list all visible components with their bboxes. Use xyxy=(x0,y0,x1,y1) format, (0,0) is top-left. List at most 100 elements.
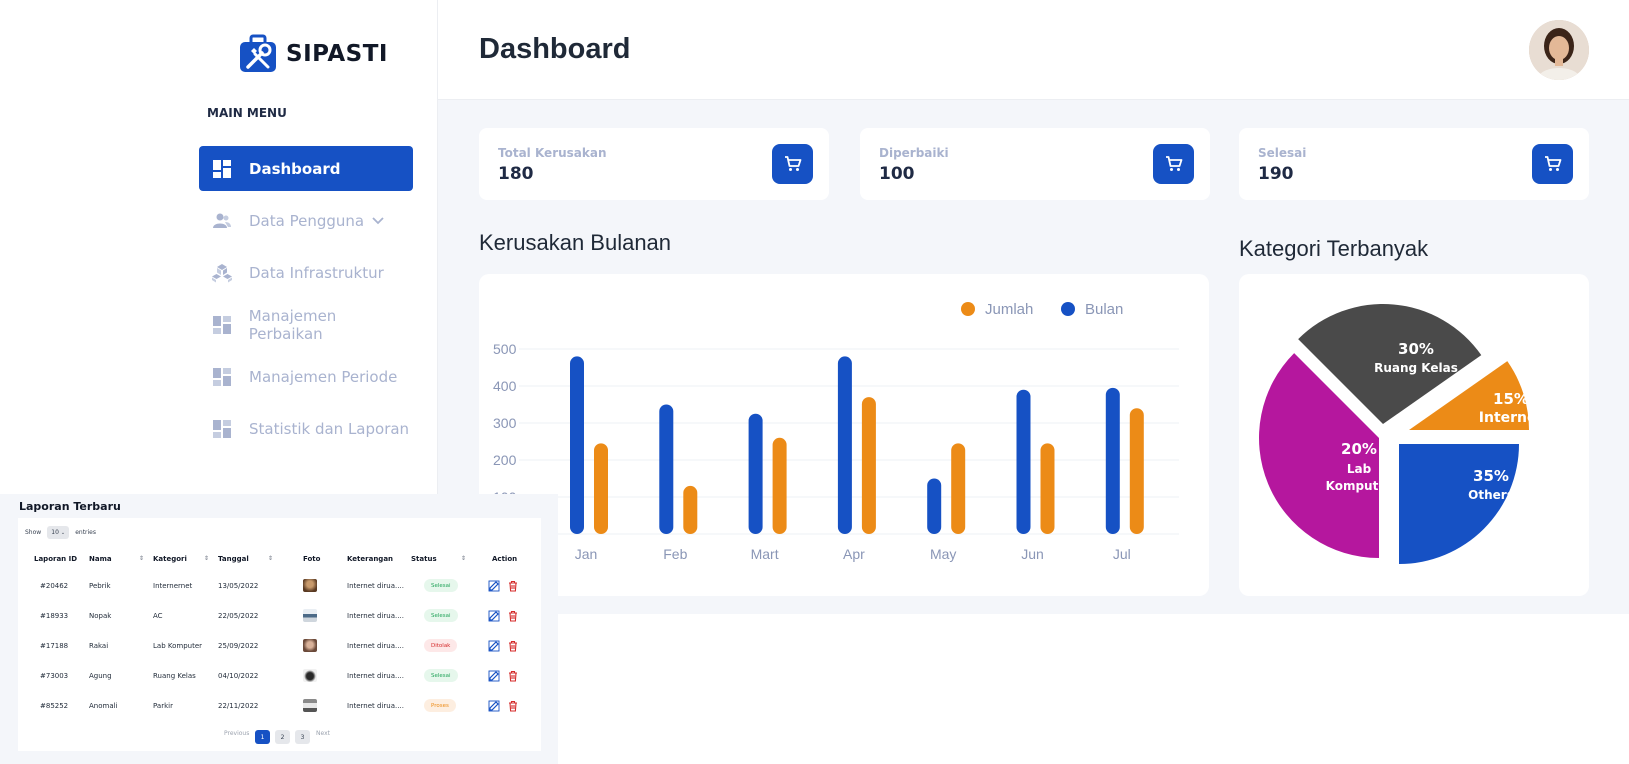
dashboard-icon xyxy=(211,418,233,440)
column-header-keterangan: Keterangan xyxy=(347,555,394,563)
bar-bulan xyxy=(570,356,584,534)
chevron-down-icon[interactable] xyxy=(372,216,384,225)
bar-jumlah xyxy=(1129,408,1144,534)
cell-id: #17188 xyxy=(40,642,69,650)
sort-icon[interactable]: ⇕ xyxy=(139,555,144,562)
app-logo[interactable]: SIPASTI xyxy=(238,34,388,74)
sidebar-item-data-infrastruktur[interactable]: Data Infrastruktur xyxy=(199,250,413,295)
edit-icon[interactable] xyxy=(488,610,500,622)
stat-action-button[interactable] xyxy=(1153,144,1194,184)
y-tick-label: 500 xyxy=(493,341,517,357)
delete-icon[interactable] xyxy=(507,640,519,652)
pagination-page-3[interactable]: 3 xyxy=(295,730,310,744)
legend-label: Bulan xyxy=(1085,301,1123,318)
stat-label: Selesai xyxy=(1258,146,1307,160)
slice-percent-label: 20% xyxy=(1341,440,1377,458)
delete-icon[interactable] xyxy=(507,670,519,682)
cell-kategori: Lab Komputer xyxy=(153,642,203,650)
pie-chart-card: 30% Ruang Kelas 15% Internet 35% Others 20% Lab… xyxy=(1239,274,1589,596)
column-header-action: Action xyxy=(492,555,518,563)
sidebar-item-label: Data Pengguna xyxy=(249,211,365,230)
bar-jumlah xyxy=(594,443,608,534)
stat-action-button[interactable] xyxy=(772,144,813,184)
sidebar-item-label: Data Infrastruktur xyxy=(249,263,384,282)
cell-keterangan: Internet dirua.... xyxy=(347,702,404,710)
stat-value: 100 xyxy=(879,164,915,184)
entries-select[interactable]: 10 ⌄ xyxy=(47,526,70,539)
bar-chart: 500400300200100JumlahBulanJanFebMartAprM… xyxy=(493,301,1179,562)
dashboard-icon xyxy=(211,366,233,388)
sidebar-item-data-pengguna[interactable]: Data Pengguna xyxy=(199,198,413,243)
cubes-icon xyxy=(211,262,233,284)
stat-action-button[interactable] xyxy=(1532,144,1573,184)
column-header-nama[interactable]: Nama xyxy=(89,555,112,563)
legend-marker xyxy=(961,302,975,316)
delete-icon[interactable] xyxy=(507,700,519,712)
cell-tanggal: 22/05/2022 xyxy=(218,612,259,620)
x-tick-label: May xyxy=(930,546,956,562)
x-tick-label: Jun xyxy=(1021,546,1044,562)
sort-icon[interactable]: ⇕ xyxy=(204,555,209,562)
cell-nama: Pebrik xyxy=(89,582,111,590)
cell-keterangan: Internet dirua.... xyxy=(347,582,404,590)
toolbox-logo-icon xyxy=(240,34,276,72)
stat-value: 190 xyxy=(1258,164,1294,184)
bar-bulan xyxy=(1105,387,1120,534)
bar-chart-title: Kerusakan Bulanan xyxy=(479,230,672,255)
stat-label: Total Kerusakan xyxy=(498,146,607,160)
bar-bulan xyxy=(927,478,942,534)
delete-icon[interactable] xyxy=(507,610,519,622)
x-tick-label: Feb xyxy=(663,546,687,562)
sidebar-item-statistik-dan-laporan[interactable]: Statistik dan Laporan xyxy=(199,406,413,451)
slice-percent-label: 35% xyxy=(1473,467,1509,485)
pagination-page-1[interactable]: 1 xyxy=(255,730,270,744)
cell-tanggal: 25/09/2022 xyxy=(218,642,259,650)
cart-icon xyxy=(1544,156,1561,171)
sidebar-item-manajemen-periode[interactable]: Manajemen Periode xyxy=(199,354,413,399)
cell-id: #18933 xyxy=(40,612,69,620)
column-header-status[interactable]: Status xyxy=(411,555,437,563)
bar-jumlah xyxy=(683,485,698,534)
slice-name-label: Lab xyxy=(1347,462,1372,476)
edit-icon[interactable] xyxy=(488,700,500,712)
slice-percent-label: 15% xyxy=(1493,390,1529,408)
pagination-previous[interactable]: Previous xyxy=(224,730,249,737)
x-tick-label: Mart xyxy=(751,546,779,562)
pagination-next[interactable]: Next xyxy=(316,730,330,737)
cell-nama: Rakai xyxy=(89,642,109,650)
report-photo-thumbnail[interactable] xyxy=(303,669,317,682)
column-header-kategori[interactable]: Kategori xyxy=(153,555,187,563)
report-photo-thumbnail[interactable] xyxy=(303,639,317,652)
stat-label: Diperbaiki xyxy=(879,146,949,160)
user-avatar[interactable] xyxy=(1529,20,1589,80)
sidebar-item-manajemen-perbaikan[interactable]: Manajemen Perbaikan xyxy=(199,302,413,347)
pagination-page-2[interactable]: 2 xyxy=(275,730,290,744)
delete-icon[interactable] xyxy=(507,580,519,592)
edit-icon[interactable] xyxy=(488,580,500,592)
y-tick-label: 400 xyxy=(493,378,517,394)
report-photo-thumbnail[interactable] xyxy=(303,579,317,592)
edit-icon[interactable] xyxy=(488,640,500,652)
sidebar-item-label: Statistik dan Laporan xyxy=(249,419,410,438)
dashboard-icon xyxy=(211,158,233,180)
app-name: SIPASTI xyxy=(286,41,388,67)
cell-keterangan: Internet dirua.... xyxy=(347,672,404,680)
bar-bulan xyxy=(1016,389,1031,534)
report-photo-thumbnail[interactable] xyxy=(303,699,317,712)
stat-card-total-kerusakan: Total Kerusakan 180 xyxy=(479,128,829,200)
sort-icon[interactable]: ⇕ xyxy=(461,555,466,562)
column-header-laporan-id[interactable]: Laporan ID xyxy=(34,555,77,563)
legend-marker xyxy=(1061,302,1075,316)
legend-label: Jumlah xyxy=(985,301,1033,318)
sidebar-item-label: Dashboard xyxy=(249,159,341,178)
status-badge: Proses xyxy=(424,699,456,712)
dashboard-icon xyxy=(211,314,233,336)
latest-reports-title: Laporan Terbaru xyxy=(19,500,121,513)
bar-bulan xyxy=(748,413,763,534)
pie-chart: 30% Ruang Kelas 15% Internet 35% Others 20% Lab… xyxy=(1259,304,1544,564)
report-photo-thumbnail[interactable] xyxy=(303,609,317,622)
sort-icon[interactable]: ⇕ xyxy=(268,555,273,562)
edit-icon[interactable] xyxy=(488,670,500,682)
sidebar-item-dashboard[interactable]: Dashboard xyxy=(199,146,413,191)
column-header-tanggal[interactable]: Tanggal xyxy=(218,555,249,563)
